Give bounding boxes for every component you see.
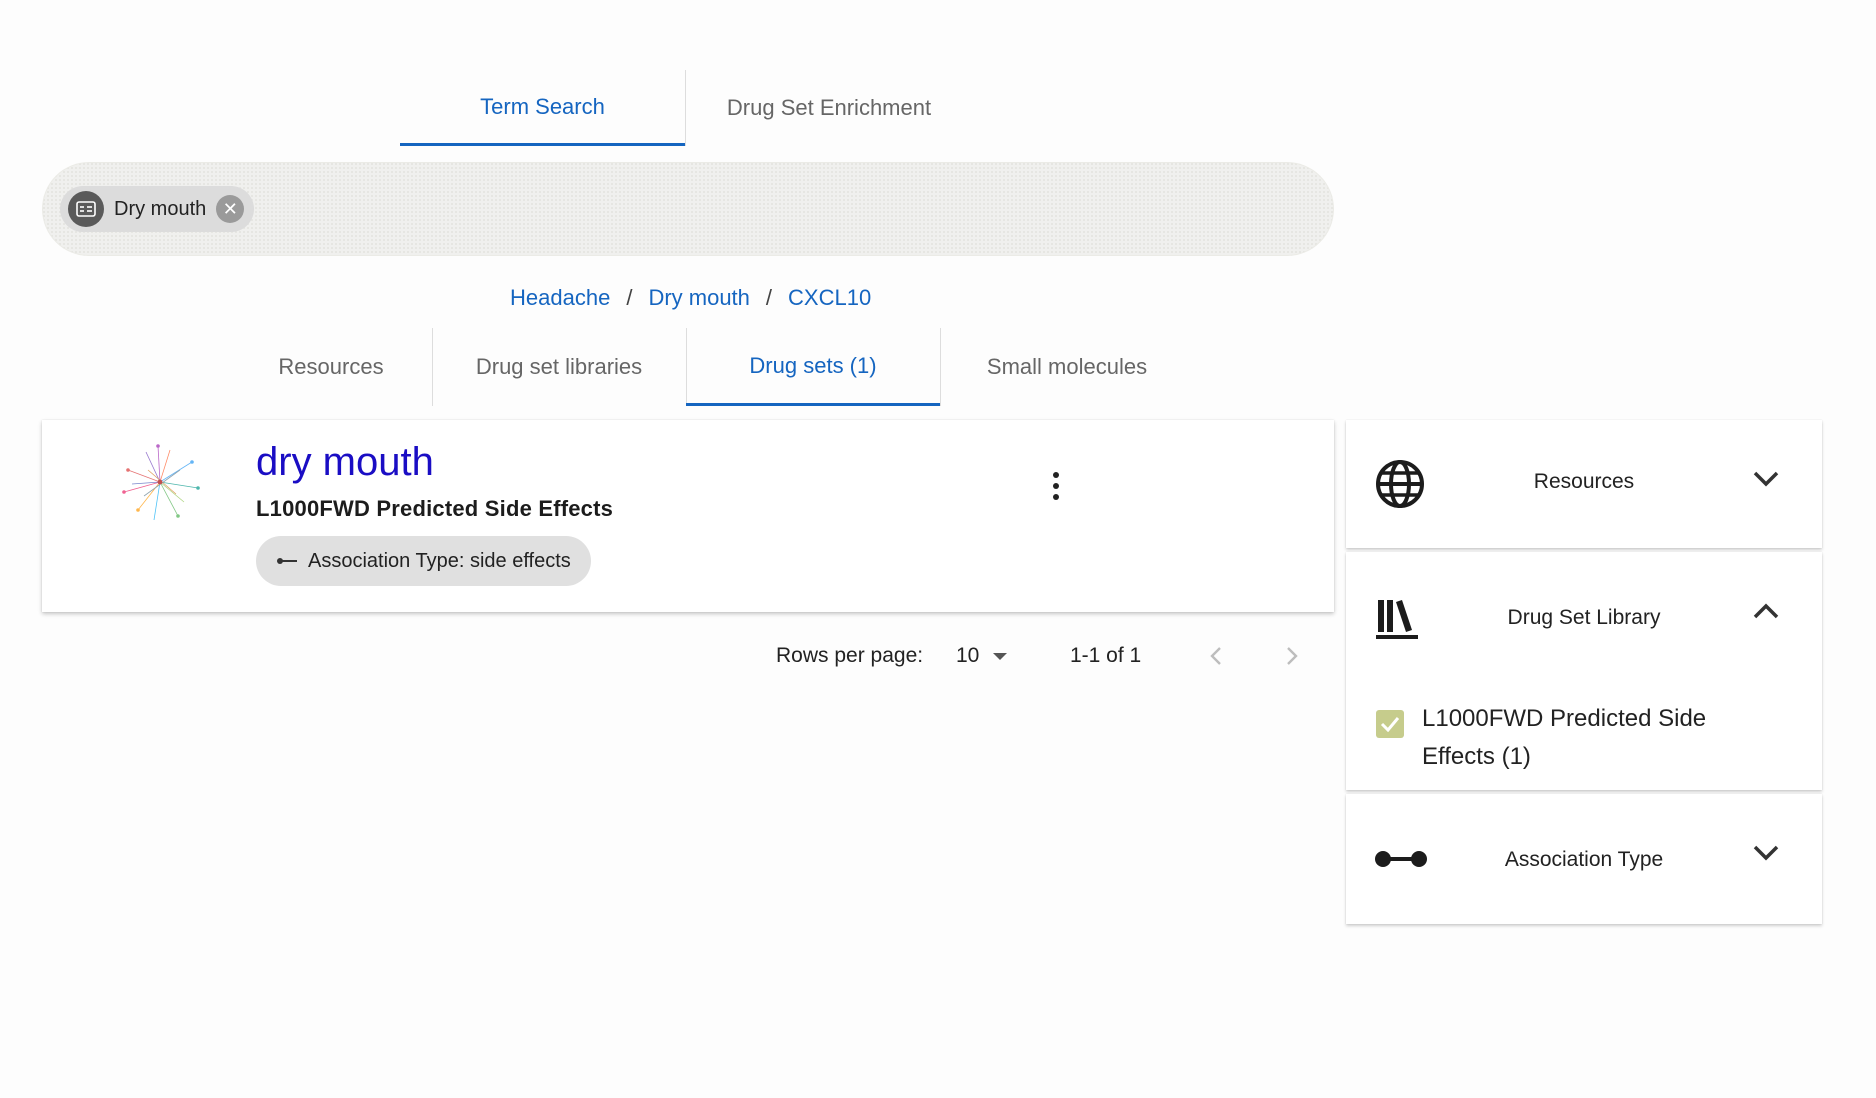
check-icon [1380, 717, 1400, 732]
tab-drug-set-libraries[interactable]: Drug set libraries [432, 328, 686, 406]
top-tabs: Term Search Drug Set Enrichment [400, 70, 940, 146]
breadcrumb: Headache / Dry mouth / CXCL10 [510, 282, 871, 314]
chevron-left-icon [1210, 647, 1221, 665]
search-chip[interactable]: Dry mouth ✕ [60, 186, 255, 232]
cancel-icon[interactable]: ✕ [216, 195, 245, 223]
checkbox-checked[interactable] [1376, 710, 1404, 738]
tab-term-search[interactable]: Term Search [400, 70, 685, 146]
tab-term-search-label: Term Search [480, 93, 605, 119]
tab-drug-sets-label: Drug sets (1) [749, 352, 877, 378]
drug-set-library-filter-panel: Drug Set Library L1000FWD Predicted Side… [1346, 552, 1822, 790]
search-bar[interactable]: Dry mouth ✕ [42, 162, 1334, 256]
breadcrumb-separator: / [765, 285, 773, 310]
tab-drug-set-enrichment-label: Drug Set Enrichment [726, 95, 932, 120]
association-type-filter-panel: Association Type [1346, 794, 1822, 924]
association-type-label: Association Type: side effects [308, 549, 571, 572]
pagination-range: 1-1 of 1 [1070, 644, 1142, 667]
result-card: dry mouth L1000FWD Predicted Side Effect… [42, 420, 1334, 612]
breadcrumb-separator: / [626, 285, 633, 310]
association-type-chip[interactable]: Association Type: side effects [256, 536, 591, 586]
next-page-button[interactable] [1284, 636, 1300, 676]
tab-resources-label: Resources [278, 354, 384, 379]
more-vert-icon[interactable] [1042, 468, 1070, 504]
network-thumbnail [122, 444, 200, 521]
rows-per-page-label: Rows per page: [776, 644, 924, 667]
previous-page-button[interactable] [1208, 636, 1224, 676]
rows-per-page-value: 10 [956, 644, 980, 667]
tab-drug-sets[interactable]: Drug sets (1) [686, 328, 940, 406]
association-type-panel-title: Association Type [1504, 848, 1664, 871]
tab-small-molecules-label: Small molecules [986, 354, 1148, 379]
library-filter-option[interactable]: L1000FWD Predicted Side Effects (1) [1376, 700, 1722, 776]
dropdown-caret-icon [993, 652, 1008, 660]
chip-label: Dry mouth [114, 197, 207, 220]
tab-drug-set-libraries-label: Drug set libraries [475, 354, 643, 379]
drug-set-library-panel-title: Drug Set Library [1507, 606, 1661, 629]
tab-drug-set-enrichment[interactable]: Drug Set Enrichment [686, 70, 972, 146]
resources-filter-panel: Resources [1346, 420, 1822, 548]
resources-panel-title: Resources [1533, 470, 1635, 493]
breadcrumb-headache[interactable]: Headache [510, 285, 610, 311]
association-icon [277, 558, 297, 564]
drug-set-title[interactable]: dry mouth [256, 440, 434, 485]
chevron-up-icon [1753, 603, 1779, 619]
resources-panel-header[interactable]: Resources [1346, 420, 1822, 548]
tab-small-molecules[interactable]: Small molecules [940, 328, 1194, 406]
rows-per-page-select[interactable]: 10 [956, 636, 1008, 676]
chevron-right-icon [1287, 647, 1298, 665]
chevron-down-icon [1753, 845, 1779, 861]
drug-set-library-panel-header[interactable]: Drug Set Library [1346, 552, 1822, 682]
tab-resources[interactable]: Resources [204, 328, 458, 406]
term-icon [68, 191, 104, 227]
chevron-down-icon [1753, 471, 1779, 487]
library-filter-label: L1000FWD Predicted Side Effects (1) [1422, 705, 1707, 770]
result-tabs: Resources Drug set libraries Drug sets (… [204, 328, 1224, 406]
breadcrumb-cxcl10[interactable]: CXCL10 [788, 285, 871, 311]
breadcrumb-dry-mouth[interactable]: Dry mouth [648, 285, 749, 311]
drug-set-library: L1000FWD Predicted Side Effects [256, 496, 614, 521]
association-type-panel-header[interactable]: Association Type [1346, 794, 1822, 924]
